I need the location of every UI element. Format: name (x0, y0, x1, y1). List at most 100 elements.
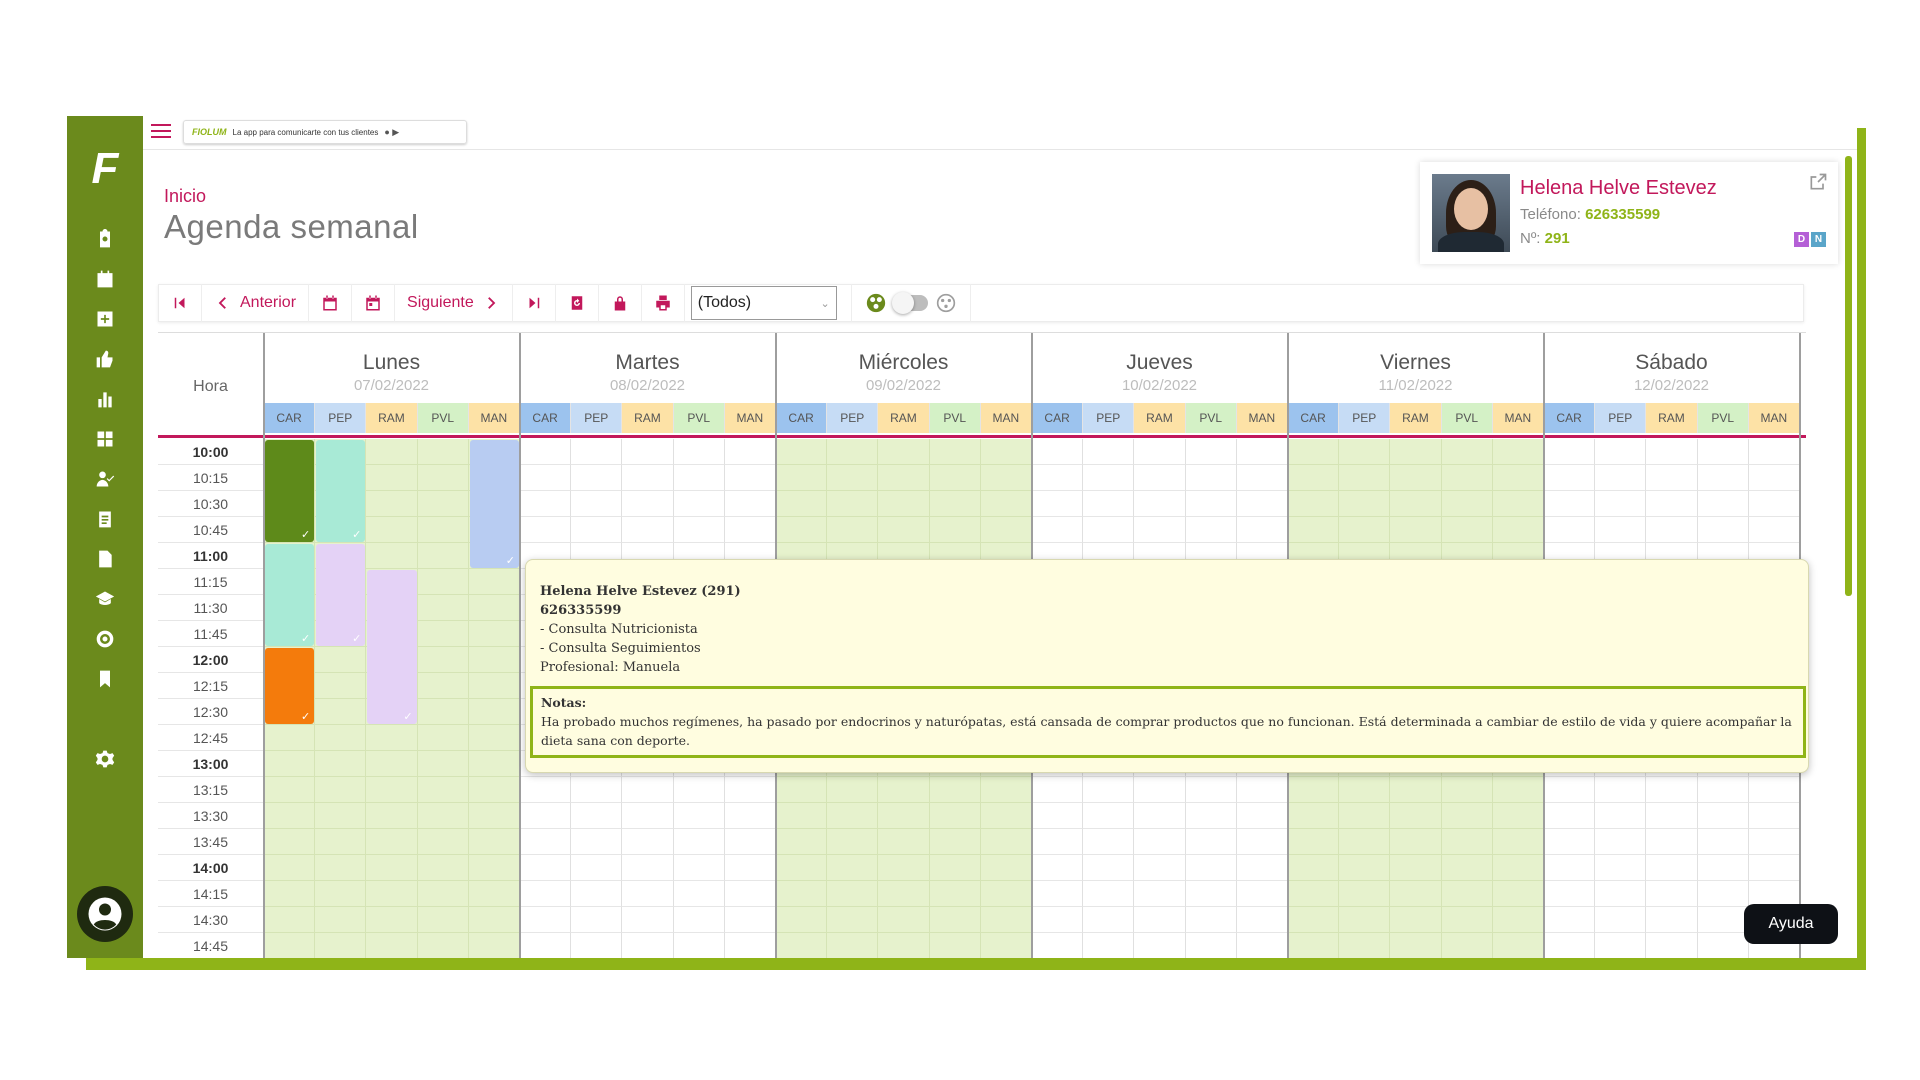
calendar-slot[interactable] (827, 517, 879, 543)
calendar-slot[interactable] (1544, 465, 1596, 491)
calendar-icon[interactable] (92, 266, 118, 292)
calendar-slot[interactable] (1185, 803, 1237, 829)
lock-button[interactable] (599, 284, 642, 322)
calendar-slot[interactable] (827, 855, 879, 881)
calendar-slot[interactable] (1492, 777, 1544, 803)
calendar-slot[interactable] (878, 491, 930, 517)
calendar-slot[interactable] (673, 829, 725, 855)
calendar-slot[interactable] (622, 907, 674, 933)
calendar-slot[interactable] (1544, 933, 1596, 958)
calendar-slot[interactable] (264, 777, 316, 803)
document-icon[interactable] (92, 546, 118, 572)
calendar-slot[interactable] (520, 803, 572, 829)
calendar-slot[interactable] (776, 933, 828, 958)
calendar-slot[interactable] (1390, 907, 1442, 933)
patient-name[interactable]: Helena Helve Estevez (1520, 177, 1717, 200)
breadcrumb[interactable]: Inicio (164, 186, 206, 207)
calendar-slot[interactable] (468, 595, 520, 621)
calendar-slot[interactable] (1441, 907, 1493, 933)
calendar-slot[interactable] (1697, 439, 1749, 465)
calendar-slot[interactable] (520, 517, 572, 543)
calendar-slot[interactable] (417, 647, 469, 673)
calendar-slot[interactable] (1185, 855, 1237, 881)
calendar-slot[interactable] (776, 777, 828, 803)
calendar-slot[interactable] (980, 829, 1032, 855)
calendar-slot[interactable] (417, 543, 469, 569)
calendar-slot[interactable] (1339, 491, 1391, 517)
calendar-slot[interactable] (1390, 439, 1442, 465)
calendar-slot[interactable] (878, 517, 930, 543)
next-week-button[interactable]: Siguiente (395, 284, 513, 322)
user-check-icon[interactable] (92, 466, 118, 492)
calendar-slot[interactable] (1441, 465, 1493, 491)
calendar-slot[interactable] (776, 517, 828, 543)
calendar-slot[interactable] (1492, 907, 1544, 933)
calendar-slot[interactable] (366, 439, 418, 465)
calendar-slot[interactable] (776, 439, 828, 465)
calendar-slot[interactable] (1237, 933, 1288, 958)
calendar-slot[interactable] (417, 673, 469, 699)
calendar-slot[interactable] (1288, 465, 1340, 491)
calendar-slot[interactable] (1083, 907, 1135, 933)
calendar-slot[interactable] (1288, 881, 1340, 907)
calendar-slot[interactable] (468, 881, 520, 907)
calendar-slot[interactable] (724, 777, 776, 803)
calendar-slot[interactable] (1595, 439, 1647, 465)
calendar-slot[interactable] (776, 855, 828, 881)
calendar-slot[interactable] (1185, 439, 1237, 465)
calendar-slot[interactable] (1032, 777, 1084, 803)
calendar-slot[interactable] (315, 907, 367, 933)
calendar-slot[interactable] (827, 803, 879, 829)
calendar-slot[interactable] (1390, 491, 1442, 517)
calendar-slot[interactable] (1185, 465, 1237, 491)
clipboard-list-icon[interactable] (92, 506, 118, 532)
calendar-slot[interactable] (1390, 933, 1442, 958)
calendar-slot[interactable] (366, 751, 418, 777)
calendar-slot[interactable] (571, 465, 623, 491)
calendar-slot[interactable] (468, 933, 520, 958)
calendar-slot[interactable] (1083, 881, 1135, 907)
calendar-slot[interactable] (1646, 465, 1698, 491)
user-profile-button[interactable] (77, 886, 133, 942)
calendar-slot[interactable] (1339, 855, 1391, 881)
calendar-slot[interactable] (622, 803, 674, 829)
calendar-slot[interactable] (1646, 933, 1698, 958)
help-button[interactable]: Ayuda (1744, 904, 1838, 944)
calendar-slot[interactable] (1595, 933, 1647, 958)
calendar-slot[interactable] (673, 803, 725, 829)
appointment-block[interactable]: ✓ (316, 544, 366, 646)
calendar-slot[interactable] (520, 829, 572, 855)
first-week-button[interactable] (159, 284, 202, 322)
calendar-slot[interactable] (1390, 855, 1442, 881)
calendar-slot[interactable] (1134, 803, 1186, 829)
calendar-slot[interactable] (980, 439, 1032, 465)
thumbs-up-icon[interactable] (92, 346, 118, 372)
calendar-slot[interactable] (724, 517, 776, 543)
calendar-slot[interactable] (417, 751, 469, 777)
calendar-slot[interactable] (1236, 803, 1288, 829)
calendar-slot[interactable] (878, 829, 930, 855)
calendar-slot[interactable] (878, 881, 930, 907)
graduation-cap-icon[interactable] (92, 586, 118, 612)
calendar-slot[interactable] (1185, 829, 1237, 855)
calendar-slot[interactable] (929, 855, 981, 881)
calendar-slot[interactable] (315, 673, 367, 699)
calendar-slot[interactable] (1390, 803, 1442, 829)
last-week-button[interactable] (513, 284, 556, 322)
calendar-slot[interactable] (264, 829, 316, 855)
calendar-slot[interactable] (1441, 933, 1493, 958)
calendar-slot[interactable] (622, 517, 674, 543)
calendar-slot[interactable] (622, 439, 674, 465)
calendar-slot[interactable] (1595, 881, 1647, 907)
calendar-slot[interactable] (571, 907, 623, 933)
calendar-slot[interactable] (980, 855, 1032, 881)
calendar-slot[interactable] (1032, 829, 1084, 855)
calendar-slot[interactable] (1390, 517, 1442, 543)
previous-week-button[interactable]: Anterior (202, 284, 310, 322)
calendar-slot[interactable] (1697, 907, 1749, 933)
calendar-slot[interactable] (1595, 855, 1647, 881)
inbox-icon[interactable] (92, 306, 118, 332)
calendar-slot[interactable] (622, 881, 674, 907)
calendar-slot[interactable] (1288, 933, 1340, 958)
calendar-slot[interactable] (520, 439, 572, 465)
